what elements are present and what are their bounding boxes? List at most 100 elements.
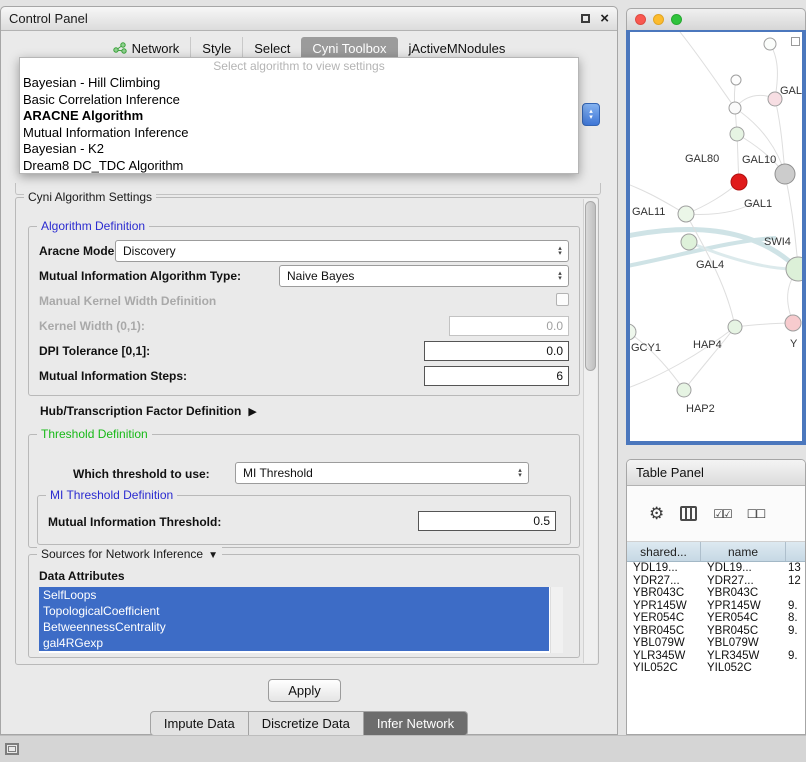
network-node[interactable]	[731, 174, 747, 190]
table-row[interactable]: YIL052CYIL052C	[627, 662, 805, 675]
dropdown-item[interactable]: Mutual Information Inference	[20, 125, 578, 142]
which-threshold-combo[interactable]: MI Threshold ▴▾	[235, 462, 529, 484]
network-node[interactable]	[681, 234, 697, 250]
network-edge[interactable]	[735, 323, 793, 327]
table-cell: YLR345W	[627, 650, 701, 663]
dropdown-item[interactable]: Dream8 DC_TDC Algorithm	[20, 158, 578, 175]
table-cell: YDL19...	[701, 562, 786, 575]
settings-scrollbar[interactable]	[583, 199, 597, 663]
attribute-item-selected[interactable]: SelfLoops	[39, 587, 549, 603]
cyni-bottom-tabs: Impute Data Discretize Data Infer Networ…	[1, 711, 617, 736]
dropdown-item[interactable]: Basic Correlation Inference	[20, 92, 578, 109]
which-threshold-value: MI Threshold	[243, 466, 313, 480]
table-cell: YER054C	[627, 612, 701, 625]
hub-definition-expander[interactable]: Hub/Transcription Factor Definition ▶	[40, 404, 257, 418]
network-edge[interactable]	[630, 332, 684, 390]
tab-impute-data[interactable]: Impute Data	[150, 711, 249, 736]
attribute-item-selected[interactable]: BetweennessCentrality	[39, 619, 549, 635]
network-overview-box[interactable]	[791, 37, 800, 46]
which-threshold-label: Which threshold to use:	[73, 467, 210, 481]
table-cell: 8.	[786, 612, 805, 625]
kernel-width-field[interactable]: 0.0	[449, 316, 569, 336]
table-panel-titlebar[interactable]: Table Panel	[627, 460, 805, 486]
network-edge[interactable]	[630, 327, 735, 390]
table-row[interactable]: YER054CYER054C8.	[627, 612, 805, 625]
network-node[interactable]	[775, 164, 795, 184]
network-edge[interactable]	[770, 44, 777, 99]
attributes-scrollbar[interactable]	[550, 587, 563, 653]
attribute-item-selected[interactable]: TopologicalCoefficient	[39, 603, 549, 619]
network-edge[interactable]	[785, 174, 798, 269]
mi-threshold-label: Mutual Information Threshold:	[48, 515, 221, 529]
mi-steps-field[interactable]: 6	[424, 366, 569, 386]
table-cell: YPR145W	[627, 600, 701, 613]
mi-type-combo[interactable]: Naive Bayes ▴▾	[279, 265, 569, 287]
algorithm-combo-button[interactable]: ▴ ▾	[582, 103, 600, 126]
mi-threshold-field[interactable]: 0.5	[418, 511, 556, 531]
gear-icon[interactable]: ⚙	[649, 504, 664, 524]
network-edge[interactable]	[680, 32, 735, 108]
tab-infer-network[interactable]: Infer Network	[364, 711, 468, 736]
table-cell: YIL052C	[627, 662, 701, 675]
column-header-shared-name[interactable]: shared...	[627, 542, 701, 561]
table-toolbar: ⚙ ☑☑ ☐☐	[627, 486, 805, 542]
network-node[interactable]	[677, 383, 691, 397]
network-node[interactable]	[785, 315, 801, 331]
network-node[interactable]	[678, 206, 694, 222]
attribute-item-selected[interactable]: gal4RGexp	[39, 635, 549, 651]
data-attributes-list: SelfLoops TopologicalCoefficient Between…	[39, 587, 563, 653]
control-panel-titlebar[interactable]: Control Panel ×	[1, 7, 617, 31]
mi-threshold-definition-group: MI Threshold Definition Mutual Informati…	[37, 495, 571, 545]
aracne-mode-combo[interactable]: Discovery ▴▾	[115, 240, 569, 262]
select-all-icon[interactable]: ☑☑	[713, 507, 731, 521]
dropdown-item[interactable]: Bayesian - Hill Climbing	[20, 75, 578, 92]
settings-scrollbar-thumb[interactable]	[585, 201, 596, 371]
tab-discretize-data[interactable]: Discretize Data	[249, 711, 364, 736]
dropdown-item[interactable]: Bayesian - K2	[20, 141, 578, 158]
table-row[interactable]: YPR145WYPR145W9.	[627, 600, 805, 613]
dropdown-placeholder: Select algorithm to view settings	[20, 58, 578, 75]
control-panel-window: Control Panel × Network Style Select Cyn…	[0, 6, 618, 735]
network-window-titlebar[interactable]	[626, 8, 806, 30]
network-node-label: GAL4	[696, 259, 724, 271]
network-node[interactable]	[730, 127, 744, 141]
settings-group-title: Cyni Algorithm Settings	[24, 190, 156, 204]
restore-icon[interactable]	[581, 14, 590, 23]
float-window-icon[interactable]	[5, 743, 19, 755]
aracne-mode-value: Discovery	[123, 244, 176, 258]
column-header-name[interactable]: name	[701, 542, 786, 561]
control-panel-title: Control Panel	[9, 11, 88, 26]
zoom-traffic-light[interactable]	[671, 14, 682, 25]
network-node[interactable]	[731, 75, 741, 85]
table-cell: YBR045C	[627, 625, 701, 638]
column-header-extra[interactable]	[786, 542, 805, 561]
deselect-all-icon[interactable]: ☐☐	[747, 507, 765, 521]
table-row[interactable]: YLR345WYLR345W9.	[627, 650, 805, 663]
close-traffic-light[interactable]	[635, 14, 646, 25]
table-cell: YER054C	[701, 612, 786, 625]
mi-threshold-definition-title: MI Threshold Definition	[46, 488, 177, 502]
network-edge[interactable]	[686, 182, 739, 214]
sources-group-title[interactable]: Sources for Network Inference▼	[37, 547, 222, 561]
network-node[interactable]	[729, 102, 741, 114]
minimize-traffic-light[interactable]	[653, 14, 664, 25]
table-row[interactable]: YDR27...YDR27...12	[627, 575, 805, 588]
close-icon[interactable]: ×	[600, 11, 609, 26]
dpi-tolerance-field[interactable]: 0.0	[424, 341, 569, 361]
network-canvas[interactable]: GALGAL80GAL10GAL11GAL1SWI4GAL4GCY1HAP4YH…	[626, 30, 806, 445]
dropdown-item-selected[interactable]: ARACNE Algorithm	[20, 108, 578, 125]
network-node[interactable]	[728, 320, 742, 334]
network-node[interactable]	[764, 38, 776, 50]
manual-kernel-checkbox[interactable]	[556, 293, 569, 306]
table-row[interactable]: YBR045CYBR045C9.	[627, 625, 805, 638]
table-row[interactable]: YDL19...YDL19...13	[627, 562, 805, 575]
columns-icon[interactable]	[680, 506, 697, 521]
table-row[interactable]: YBL079WYBL079W	[627, 637, 805, 650]
table-cell: 12	[786, 575, 805, 588]
apply-button[interactable]: Apply	[268, 679, 341, 702]
table-row[interactable]: YBR043CYBR043C	[627, 587, 805, 600]
network-edge[interactable]	[684, 327, 735, 390]
network-edge[interactable]	[775, 99, 785, 174]
combo-arrows-icon: ▴▾	[512, 463, 528, 483]
table-panel-title: Table Panel	[636, 465, 704, 480]
